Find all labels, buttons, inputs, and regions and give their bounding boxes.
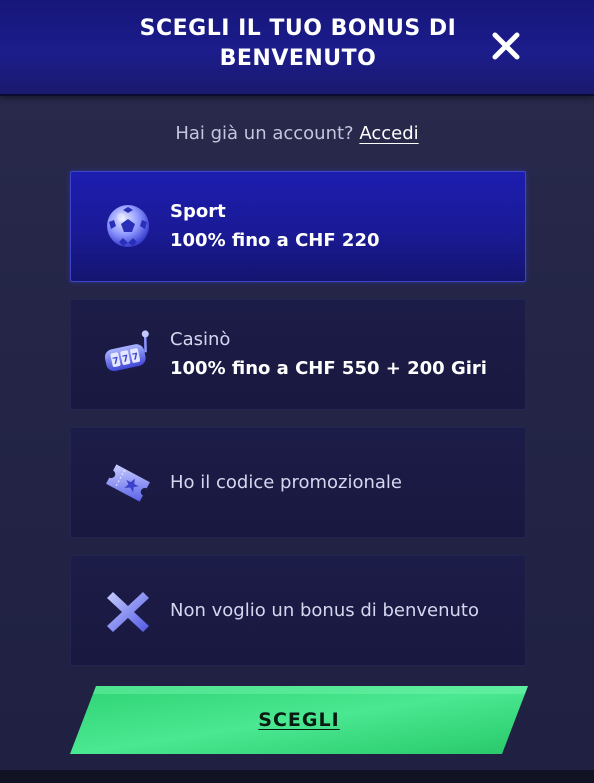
option-title: Sport — [170, 201, 226, 222]
account-prompt-line: Hai già un account? Accedi — [0, 123, 594, 144]
close-button[interactable] — [486, 26, 526, 66]
modal-title: SCEGLI IL TUO BONUS DI BENVENUTO — [139, 16, 457, 71]
choose-button-label: SCEGLI — [258, 709, 340, 731]
option-no-bonus[interactable]: Non voglio un bonus di benvenuto — [70, 555, 526, 666]
close-icon — [492, 32, 520, 60]
soccer-ball-icon — [107, 205, 149, 247]
option-promo-code[interactable]: Ho il codice promozionale — [70, 427, 526, 538]
ticket-icon — [106, 464, 150, 502]
option-sport[interactable]: Sport 100% fino a CHF 220 — [70, 171, 526, 282]
cross-icon — [107, 592, 149, 632]
option-description: 100% fino a CHF 220 — [170, 230, 380, 251]
slot-machine-icon: 7 7 7 — [104, 330, 149, 372]
login-link[interactable]: Accedi — [359, 123, 418, 144]
option-description: 100% fino a CHF 550 + 200 Giri — [170, 358, 487, 379]
option-title: Ho il codice promozionale — [170, 472, 402, 493]
option-title: Non voglio un bonus di benvenuto — [170, 600, 479, 621]
bottom-edge — [0, 770, 594, 783]
option-casino[interactable]: 7 7 7 Casinò 100% fino a CHF 550 + 200 G… — [70, 299, 526, 410]
choose-button[interactable]: SCEGLI — [70, 686, 528, 754]
account-prompt: Hai già un account? — [175, 123, 354, 144]
welcome-bonus-modal: SCEGLI IL TUO BONUS DI BENVENUTO Hai già… — [0, 0, 594, 770]
option-title: Casinò — [170, 329, 231, 350]
modal-header: SCEGLI IL TUO BONUS DI BENVENUTO — [0, 0, 594, 96]
